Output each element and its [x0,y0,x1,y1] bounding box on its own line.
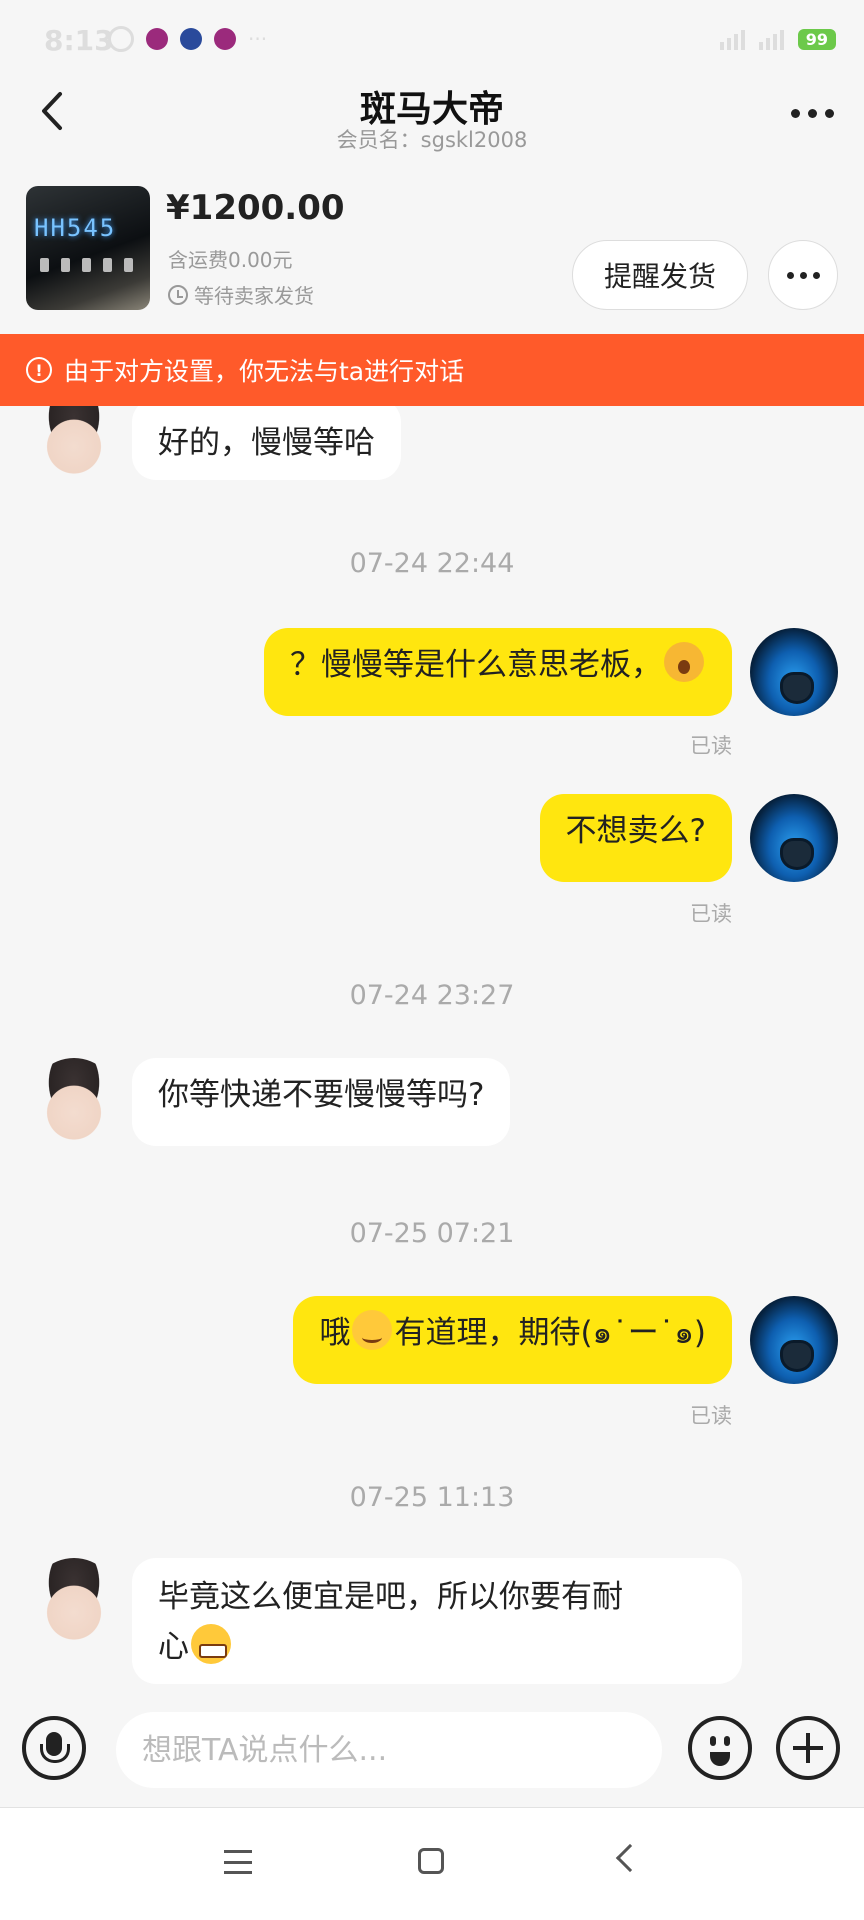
product-price: ¥1200.00 [166,188,345,228]
product-thumbnail-display: HH545 [34,214,117,242]
message-bubble-outgoing[interactable]: ？慢慢等是什么意思老板， [264,628,732,716]
remind-shipping-button[interactable]: 提醒发货 [572,240,748,310]
emoji-button[interactable] [688,1716,752,1780]
battery-icon: 99 [797,28,836,50]
order-status-text: 等待卖家发货 [194,284,314,308]
more-actions-button[interactable] [776,1716,840,1780]
warning-text: 由于对方设置，你无法与ta进行对话 [64,357,465,386]
read-receipt: 已读 [690,902,732,926]
status-system-icons: 99 [719,28,836,50]
clock-icon [168,284,188,305]
status-bar: 8:13 ··· 99 [0,0,864,80]
exclamation-circle-icon: ! [26,357,52,383]
message-bubble-incoming[interactable]: 毕竟这么便宜是吧，所以你要有耐 心 [132,1558,742,1684]
more-notifications-icon: ··· [248,27,268,51]
more-dots-icon [786,271,794,279]
member-name: 会员名：sgskl2008 [336,128,528,152]
system-back-button[interactable] [615,1843,645,1873]
message-bubble-incoming[interactable]: 你等快递不要慢慢等吗? [132,1058,511,1146]
status-notification-icons: ··· [108,26,267,52]
signal-icon [719,28,745,50]
more-dots-icon [790,108,800,118]
product-card: HH545 ¥1200.00 含运费0.00元 等待卖家发货 提醒发货 [0,178,864,328]
message-bubble-outgoing[interactable]: 哦有道理，期待(๑˙ー˙๑) [293,1296,732,1384]
message-input-bar [0,1692,864,1808]
seller-avatar[interactable] [30,1558,118,1646]
chat-messages[interactable]: 好的，慢慢等哈 07-24 22:44 ？慢慢等是什么意思老板， 已读 不想卖么… [0,406,864,1692]
message-bubble-incoming[interactable]: 好的，慢慢等哈 [132,406,401,480]
smile-emoji-icon [352,1310,393,1350]
app-notification-icon [214,28,236,50]
home-button[interactable] [418,1848,444,1874]
message-timestamp: 07-24 23:27 [349,980,515,1011]
grin-emoji-icon [191,1624,231,1664]
message-timestamp: 07-24 22:44 [349,548,515,579]
warning-banner: ! 由于对方设置，你无法与ta进行对话 [0,334,864,406]
order-status: 等待卖家发货 [168,280,314,309]
voice-input-button[interactable] [22,1716,86,1780]
signal-icon [758,28,784,50]
more-options-button[interactable] [782,98,842,128]
chat-header: 斑马大帝 会员名：sgskl2008 [0,80,864,158]
flushed-emoji-icon [664,642,704,682]
seller-avatar[interactable] [30,406,118,480]
message-bubble-outgoing[interactable]: 不想卖么? [539,794,732,882]
app-notification-icon [180,28,202,50]
microphone-icon [40,1732,70,1763]
my-avatar[interactable] [750,1296,838,1384]
my-avatar[interactable] [750,794,838,882]
app-notification-icon [146,28,168,50]
message-timestamp: 07-25 11:13 [349,1482,515,1513]
read-receipt: 已读 [690,734,732,758]
shipping-fee: 含运费0.00元 [168,248,293,272]
recent-apps-button[interactable] [224,1850,252,1874]
status-time: 8:13 [44,24,114,57]
message-input[interactable] [116,1712,662,1788]
read-receipt: 已读 [690,1404,732,1428]
product-more-button[interactable] [768,240,838,310]
system-navigation-bar [0,1808,864,1920]
seller-avatar[interactable] [30,1058,118,1146]
my-avatar[interactable] [750,628,838,716]
message-timestamp: 07-25 07:21 [349,1218,515,1249]
emoji-face-icon [710,1736,730,1746]
alarm-icon [108,26,134,52]
product-thumbnail[interactable]: HH545 [26,186,150,310]
